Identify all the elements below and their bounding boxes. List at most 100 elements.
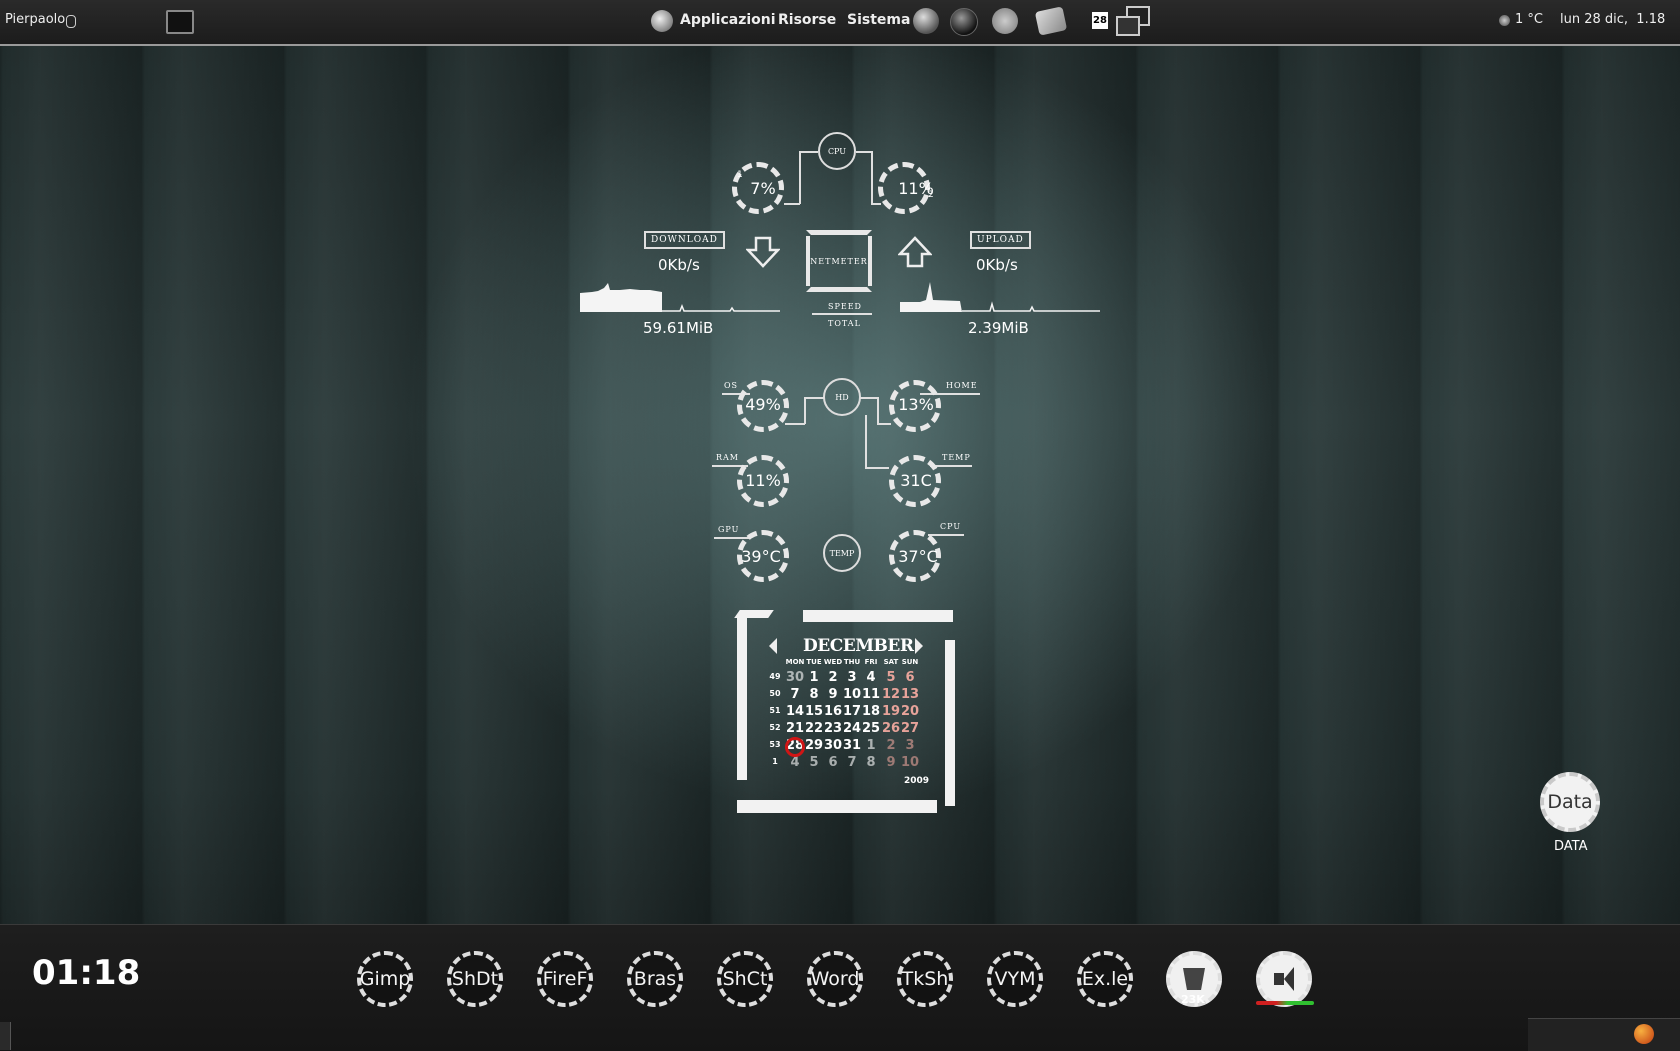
calendar-day[interactable]: 10	[900, 755, 920, 770]
calendar-day[interactable]: 8	[804, 687, 824, 702]
netmeter-hub: NETMETER	[806, 230, 872, 292]
stack-icon[interactable]	[992, 8, 1018, 34]
calendar-day[interactable]: 12	[881, 687, 901, 702]
calendar-day[interactable]: 20	[900, 704, 920, 719]
menu-risorse[interactable]: Risorse	[778, 12, 836, 28]
calendar-day[interactable]: 4	[785, 755, 805, 770]
user-name[interactable]: Pierpaolo	[5, 12, 65, 27]
calendar-day[interactable]: 13	[900, 687, 920, 702]
calendar-day[interactable]: 1	[804, 670, 824, 685]
cpu1-index: 1	[737, 170, 743, 180]
connector-line	[784, 203, 800, 205]
calendar-day[interactable]: 19	[881, 704, 901, 719]
netmeter-label: NETMETER	[810, 256, 868, 266]
workspaces-icon[interactable]	[1116, 6, 1150, 36]
launcher-exle-button[interactable]: Ex.le	[1077, 951, 1133, 1007]
calendar-day[interactable]: 11	[861, 687, 881, 702]
calendar-frame	[737, 614, 747, 780]
calendar-day[interactable]: 17	[842, 704, 862, 719]
home-label: HOME	[946, 381, 978, 390]
calendar-day[interactable]: 26	[881, 721, 901, 736]
calendar-day[interactable]: 16	[823, 704, 843, 719]
calendar-day[interactable]: 18	[861, 704, 881, 719]
download-graph	[580, 283, 780, 312]
calendar-day[interactable]: 24	[842, 721, 862, 736]
weekday-label: SAT	[883, 658, 899, 666]
volume-icon[interactable]	[1256, 951, 1312, 1007]
prev-month-icon[interactable]	[769, 638, 777, 654]
calendar-day[interactable]: 5	[881, 670, 901, 685]
calendar-day[interactable]: 7	[842, 755, 862, 770]
speed-total-divider	[812, 313, 872, 315]
calendar-day[interactable]: 21	[785, 721, 805, 736]
calendar-icon[interactable]: 28	[1092, 12, 1108, 29]
volume-level-bar[interactable]	[1256, 1001, 1314, 1005]
calendar-day[interactable]: 10	[842, 687, 862, 702]
calendar-day[interactable]: 9	[881, 755, 901, 770]
calendar-day[interactable]: 23	[823, 721, 843, 736]
total-label: TOTAL	[828, 319, 861, 328]
calendar-day[interactable]: 8	[861, 755, 881, 770]
launcher-vym-button[interactable]: VYM	[987, 951, 1043, 1007]
calendar-day[interactable]: 31	[842, 738, 862, 753]
calendar-day[interactable]: 5	[804, 755, 824, 770]
show-desktop-button[interactable]	[0, 1022, 11, 1050]
connector-line	[865, 467, 889, 469]
calendar-day[interactable]: 6	[823, 755, 843, 770]
cpu-hub: CPU	[818, 132, 856, 170]
calendar-day[interactable]: 3	[900, 738, 920, 753]
calendar-day[interactable]: 22	[804, 721, 824, 736]
data-drive-caption[interactable]: DATA	[1554, 839, 1588, 854]
launcher-tksh-button[interactable]: TkSh	[897, 951, 953, 1007]
calendar-day[interactable]: 6	[900, 670, 920, 685]
launcher-firef-button[interactable]: FireF	[537, 951, 593, 1007]
calendar-frame	[737, 800, 937, 813]
calendar-day[interactable]: 29	[804, 738, 824, 753]
calendar-day[interactable]: 15	[804, 704, 824, 719]
download-total: 59.61MiB	[643, 319, 714, 337]
ram-value: 11%	[745, 471, 781, 490]
calendar-day[interactable]: 2	[823, 670, 843, 685]
launcher-shdt-button[interactable]: ShDt	[447, 951, 503, 1007]
launcher-shct-button[interactable]: ShCt	[717, 951, 773, 1007]
calendar-day[interactable]: 30	[785, 670, 805, 685]
calendar-day[interactable]: 30	[823, 738, 843, 753]
launcher-label: Gimp	[359, 968, 411, 990]
calendar-year: 2009	[904, 776, 930, 786]
gpu-label: GPU	[718, 525, 740, 534]
terminal-icon[interactable]	[166, 10, 194, 34]
launcher-word-button[interactable]: Word	[807, 951, 863, 1007]
calendar-day[interactable]: 25	[861, 721, 881, 736]
menu-sistema[interactable]: Sistema	[847, 12, 910, 28]
calendar-day[interactable]: 1	[861, 738, 881, 753]
calendar-frame	[803, 610, 953, 622]
connector-line	[799, 151, 801, 204]
calendar-day[interactable]: 7	[785, 687, 805, 702]
netmeter-frame-left	[806, 236, 810, 286]
globe-icon[interactable]	[950, 8, 978, 36]
calendar-day[interactable]: 9	[823, 687, 843, 702]
tools-icon[interactable]	[1034, 6, 1068, 36]
menu-applicazioni[interactable]: Applicazioni	[680, 12, 776, 28]
next-month-icon[interactable]	[915, 638, 923, 654]
calendar-day[interactable]: 4	[861, 670, 881, 685]
dock-clock: 01:18	[32, 953, 141, 993]
weather-temperature[interactable]: 1 °C	[1515, 12, 1543, 27]
calendar-day[interactable]: 14	[785, 704, 805, 719]
gnome-foot-icon[interactable]	[651, 10, 673, 32]
calendar-day[interactable]: 3	[842, 670, 862, 685]
weather-icon[interactable]	[1499, 15, 1510, 26]
launcher-gimp-button[interactable]: Gimp	[357, 951, 413, 1007]
connector-line	[856, 151, 872, 153]
os-value: 49%	[745, 395, 781, 414]
upload-total: 2.39MiB	[968, 319, 1029, 337]
calendar-day[interactable]: 2	[881, 738, 901, 753]
weekday-label: THU	[843, 658, 861, 666]
panel-clock[interactable]: lun 28 dic, 1.18	[1560, 12, 1665, 27]
sync-icon[interactable]	[913, 8, 939, 34]
firefox-tray-icon[interactable]	[1634, 1024, 1654, 1044]
data-drive-icon[interactable]: Data	[1540, 772, 1600, 832]
calendar-day[interactable]: 27	[900, 721, 920, 736]
user-status-icon[interactable]	[66, 15, 76, 28]
launcher-bras-button[interactable]: Bras	[627, 951, 683, 1007]
